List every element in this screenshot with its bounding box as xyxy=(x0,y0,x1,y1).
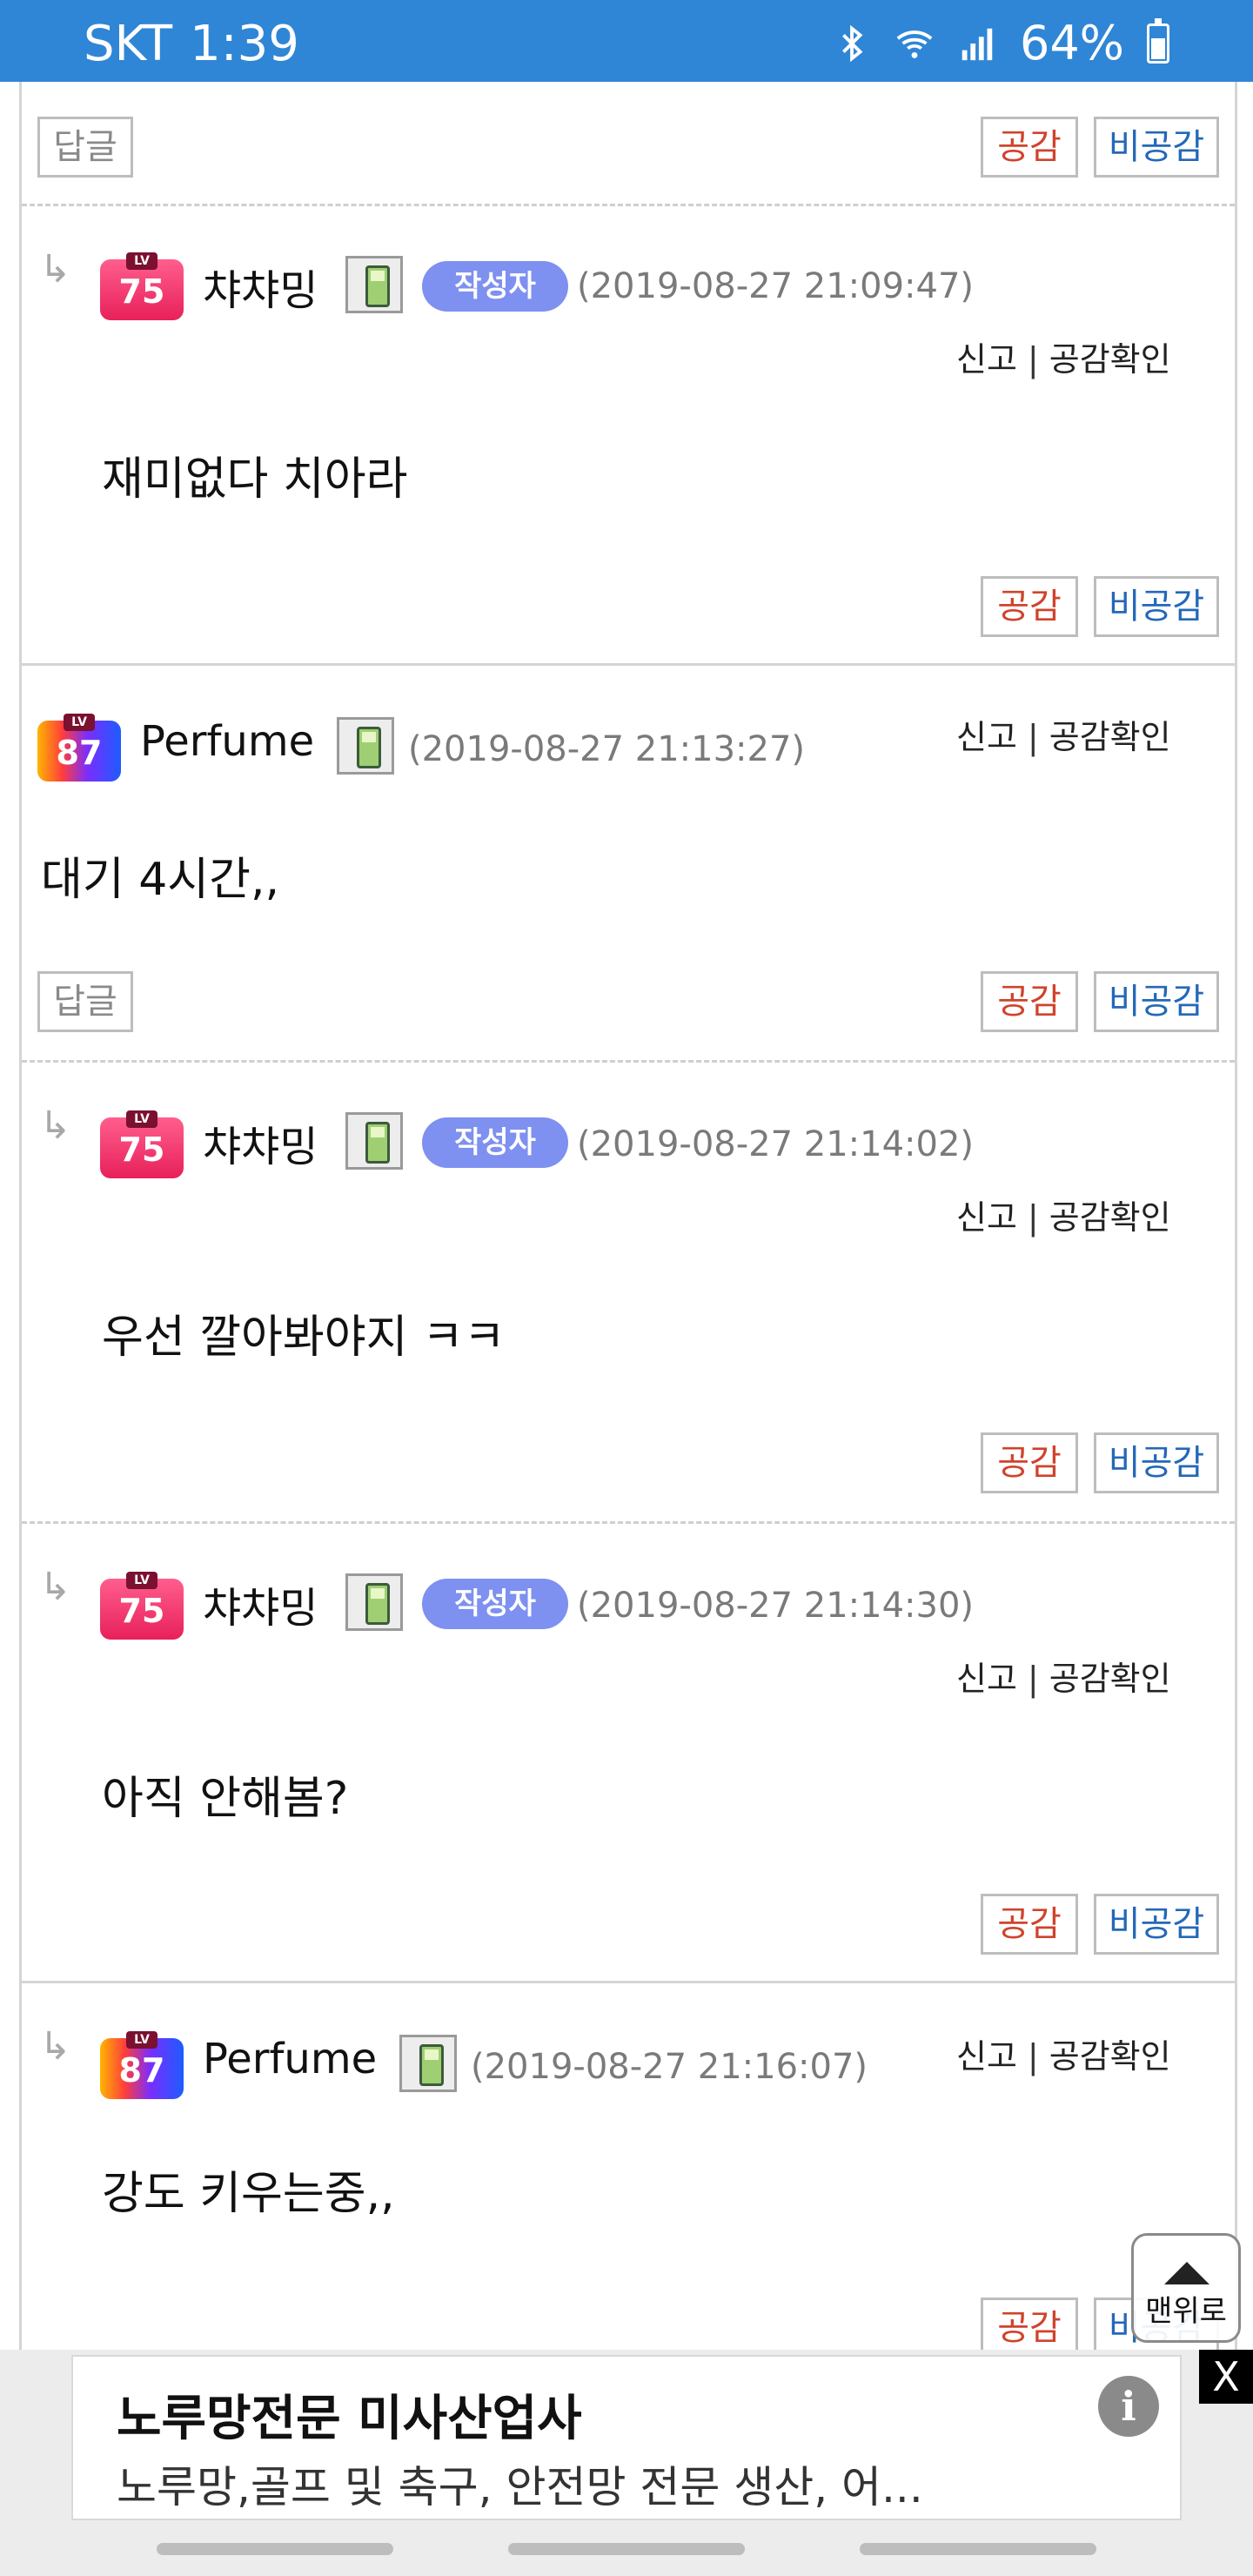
ad-title: 노루망전문 미사산업사 xyxy=(117,2391,582,2447)
comment-actions: 신고 | 공감확인 xyxy=(956,1652,1171,1700)
nickname[interactable]: Perfume xyxy=(140,717,314,766)
bluetooth-icon xyxy=(842,24,863,62)
level-badge: 75 xyxy=(100,252,184,320)
author-badge: 작성자 xyxy=(422,1579,568,1629)
ad-content[interactable]: 노루망전문 미사산업사 노루망,골프 및 축구, 안전망 전문 생산, 어...… xyxy=(71,2355,1182,2520)
nav-back-button[interactable] xyxy=(860,2543,1096,2555)
comment-date: (2019-08-27 21:09:47) xyxy=(577,266,975,306)
comment-text: 강도 키우는중,, xyxy=(102,2168,395,2220)
divider xyxy=(22,204,1235,206)
divider xyxy=(22,1521,1235,1524)
comment-text: 아직 안해봄? xyxy=(102,1773,349,1825)
reply-arrow-icon: ↳ xyxy=(39,2024,71,2069)
level-badge: 75 xyxy=(100,1110,184,1178)
divider xyxy=(22,663,1235,666)
comment-text: 대기 4시간,, xyxy=(41,854,280,906)
report-link[interactable]: 신고 xyxy=(956,340,1017,379)
report-link[interactable]: 신고 xyxy=(956,1198,1017,1237)
reply-arrow-icon: ↳ xyxy=(39,1104,71,1148)
check-likes-link[interactable]: 공감확인 xyxy=(1049,1198,1171,1237)
reply-button[interactable]: 답글 xyxy=(37,971,133,1032)
check-likes-link[interactable]: 공감확인 xyxy=(1049,1660,1171,1698)
comment-date: (2019-08-27 21:14:02) xyxy=(577,1124,975,1164)
divider xyxy=(22,1981,1235,1983)
mobile-icon xyxy=(337,717,394,775)
separator: | xyxy=(1027,718,1039,756)
separator: | xyxy=(1027,2037,1039,2076)
mobile-icon xyxy=(399,2035,457,2092)
nickname[interactable]: 챠챠밍 xyxy=(203,1112,318,1173)
info-icon[interactable]: i xyxy=(1098,2376,1159,2437)
ad-banner: 노루망전문 미사산업사 노루망,골프 및 축구, 안전망 전문 생산, 어...… xyxy=(0,2350,1253,2524)
dislike-button[interactable]: 비공감 xyxy=(1094,117,1219,178)
status-right: 64% xyxy=(832,16,1169,70)
navigation-bar xyxy=(0,2524,1253,2576)
author-badge: 작성자 xyxy=(422,261,568,312)
carrier-label: SKT xyxy=(84,16,173,72)
separator: | xyxy=(1027,1198,1039,1237)
scroll-top-label: 맨위로 xyxy=(1145,2294,1227,2329)
comment-date: (2019-08-27 21:16:07) xyxy=(471,2047,868,2087)
wifi-icon xyxy=(896,30,933,58)
nickname[interactable]: 챠챠밍 xyxy=(203,1573,318,1634)
like-button[interactable]: 공감 xyxy=(981,576,1078,637)
nickname[interactable]: 챠챠밍 xyxy=(203,256,318,317)
scroll-top-button[interactable]: 맨위로 xyxy=(1131,2233,1241,2343)
ad-close-button[interactable]: X xyxy=(1199,2350,1253,2404)
level-badge: 75 xyxy=(100,1572,184,1640)
comment-date: (2019-08-27 21:13:27) xyxy=(408,729,806,769)
signal-icon xyxy=(962,28,993,60)
comment-actions: 신고 | 공감확인 xyxy=(956,1191,1171,1238)
like-button[interactable]: 공감 xyxy=(981,1432,1078,1493)
nickname[interactable]: Perfume xyxy=(203,2035,377,2083)
separator: | xyxy=(1027,1660,1039,1698)
mobile-icon xyxy=(345,256,403,313)
comment-list: 답글 공감 비공감 ↳ 75 챠챠밍 작성자 (2019-08-27 21:09… xyxy=(19,82,1237,2350)
clock: 1:39 xyxy=(190,16,299,72)
status-left: SKT 1:39 xyxy=(84,16,299,72)
dislike-button[interactable]: 비공감 xyxy=(1094,971,1219,1032)
like-button[interactable]: 공감 xyxy=(981,2298,1078,2350)
separator: | xyxy=(1027,340,1039,379)
comment-actions: 신고 | 공감확인 xyxy=(956,332,1171,380)
check-likes-link[interactable]: 공감확인 xyxy=(1049,718,1171,756)
comment-actions: 신고 | 공감확인 xyxy=(956,710,1171,758)
comment-text: 재미없다 치아라 xyxy=(102,453,408,506)
mobile-icon xyxy=(345,1573,403,1631)
like-button[interactable]: 공감 xyxy=(981,1894,1078,1955)
reply-arrow-icon: ↳ xyxy=(39,1565,71,1609)
status-bar: SKT 1:39 64% xyxy=(0,0,1253,82)
author-badge: 작성자 xyxy=(422,1117,568,1168)
reply-button[interactable]: 답글 xyxy=(37,117,133,178)
level-badge: 87 xyxy=(100,2031,184,2099)
comment-actions: 신고 | 공감확인 xyxy=(956,2029,1171,2077)
battery-percent: 64% xyxy=(1019,16,1124,70)
report-link[interactable]: 신고 xyxy=(956,2037,1017,2076)
nav-recents-button[interactable] xyxy=(157,2543,393,2555)
like-button[interactable]: 공감 xyxy=(981,117,1078,178)
comment-text: 우선 깔아봐야지 ㅋㅋ xyxy=(102,1311,506,1364)
like-button[interactable]: 공감 xyxy=(981,971,1078,1032)
check-likes-link[interactable]: 공감확인 xyxy=(1049,340,1171,379)
reply-arrow-icon: ↳ xyxy=(39,247,71,292)
divider xyxy=(22,1060,1235,1063)
ad-description: 노루망,골프 및 축구, 안전망 전문 생산, 어... xyxy=(117,2462,923,2512)
battery-icon xyxy=(1147,17,1169,64)
comment-date: (2019-08-27 21:14:30) xyxy=(577,1586,975,1626)
nav-home-button[interactable] xyxy=(508,2543,745,2555)
mobile-icon xyxy=(345,1112,403,1170)
dislike-button[interactable]: 비공감 xyxy=(1094,1432,1219,1493)
report-link[interactable]: 신고 xyxy=(956,718,1017,756)
report-link[interactable]: 신고 xyxy=(956,1660,1017,1698)
level-badge: 87 xyxy=(37,714,121,782)
up-arrow-icon xyxy=(1164,2262,1209,2284)
dislike-button[interactable]: 비공감 xyxy=(1094,1894,1219,1955)
dislike-button[interactable]: 비공감 xyxy=(1094,576,1219,637)
check-likes-link[interactable]: 공감확인 xyxy=(1049,2037,1171,2076)
